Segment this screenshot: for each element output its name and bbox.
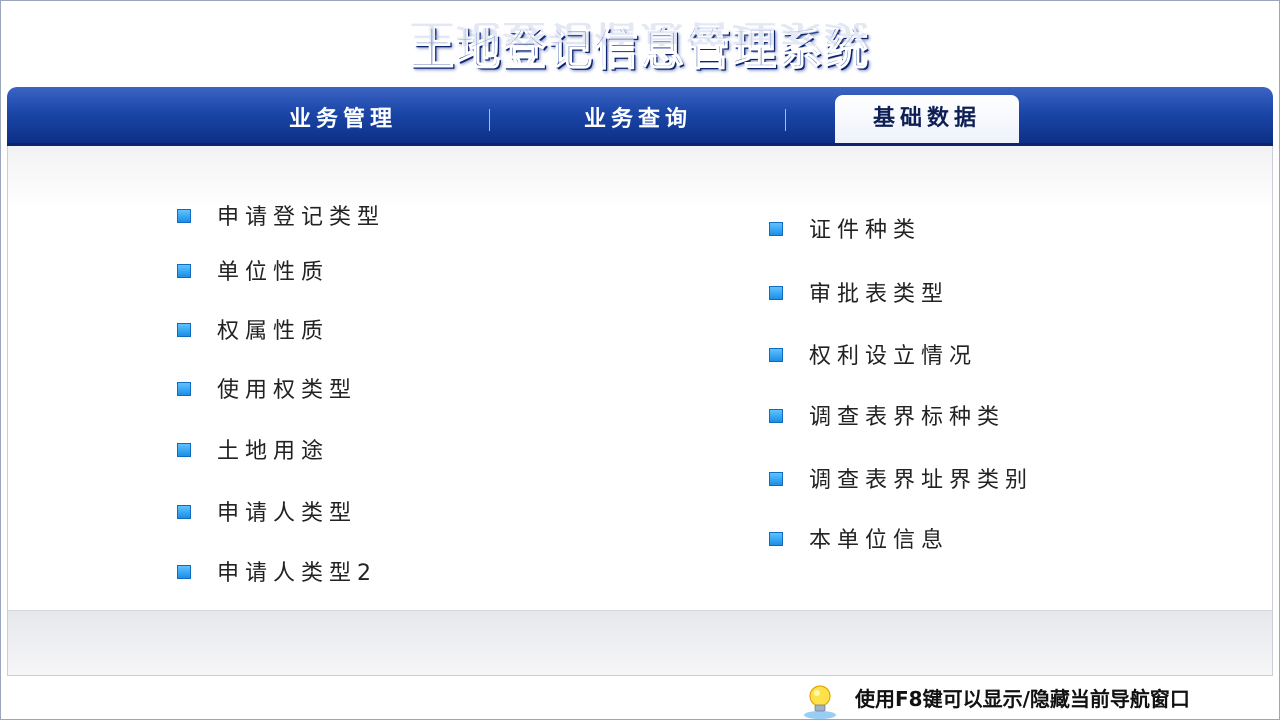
menu-item-right-establishment[interactable]: 权利设立情况 xyxy=(769,342,977,372)
square-bullet-icon xyxy=(177,565,191,579)
tab-business-query[interactable]: 业务查询 xyxy=(507,87,769,143)
menu-item-survey-boundary-marker-type[interactable]: 调查表界标种类 xyxy=(769,403,1005,433)
square-bullet-icon xyxy=(769,222,783,236)
footer-hint-text: 使用F8键可以显示/隐藏当前导航窗口 xyxy=(855,687,1190,711)
menu-item-certificate-type[interactable]: 证件种类 xyxy=(769,216,921,246)
menu-item-applicant-type-2[interactable]: 申请人类型2 xyxy=(177,559,377,589)
menu-item-approval-form-type[interactable]: 审批表类型 xyxy=(769,280,949,310)
tab-basic-data[interactable]: 基础数据 xyxy=(835,95,1019,143)
app-title-reflection: 土地登记信息管理系统 xyxy=(410,18,870,47)
main-nav: 业务管理 业务查询 基础数据 xyxy=(7,87,1273,146)
footer-hint: 使用F8键可以显示/隐藏当前导航窗口 xyxy=(801,679,1190,719)
menu-item-survey-boundary-category[interactable]: 调查表界址界类别 xyxy=(769,466,1033,496)
square-bullet-icon xyxy=(177,323,191,337)
menu-item-unit-nature[interactable]: 单位性质 xyxy=(177,258,329,288)
menu-item-ownership-nature[interactable]: 权属性质 xyxy=(177,317,329,347)
menu-item-application-registration-type[interactable]: 申请登记类型 xyxy=(177,203,385,233)
menu-item-unit-information[interactable]: 本单位信息 xyxy=(769,526,949,556)
square-bullet-icon xyxy=(177,382,191,396)
menu-item-applicant-type[interactable]: 申请人类型 xyxy=(177,499,357,529)
square-bullet-icon xyxy=(769,286,783,300)
square-bullet-icon xyxy=(177,264,191,278)
square-bullet-icon xyxy=(769,472,783,486)
lightbulb-icon[interactable] xyxy=(801,682,839,720)
square-bullet-icon xyxy=(769,348,783,362)
menu-item-land-use[interactable]: 土地用途 xyxy=(177,437,329,467)
app-header: 土地登记信息管理系统 土地登记信息管理系统 xyxy=(1,1,1279,87)
menu-item-use-right-type[interactable]: 使用权类型 xyxy=(177,376,357,406)
square-bullet-icon xyxy=(177,209,191,223)
panel-footer-band xyxy=(8,610,1272,675)
square-bullet-icon xyxy=(769,532,783,546)
tab-separator xyxy=(785,109,786,131)
tab-business-management[interactable]: 业务管理 xyxy=(213,87,473,143)
tab-separator xyxy=(489,109,490,131)
square-bullet-icon xyxy=(177,443,191,457)
square-bullet-icon xyxy=(177,505,191,519)
square-bullet-icon xyxy=(769,409,783,423)
